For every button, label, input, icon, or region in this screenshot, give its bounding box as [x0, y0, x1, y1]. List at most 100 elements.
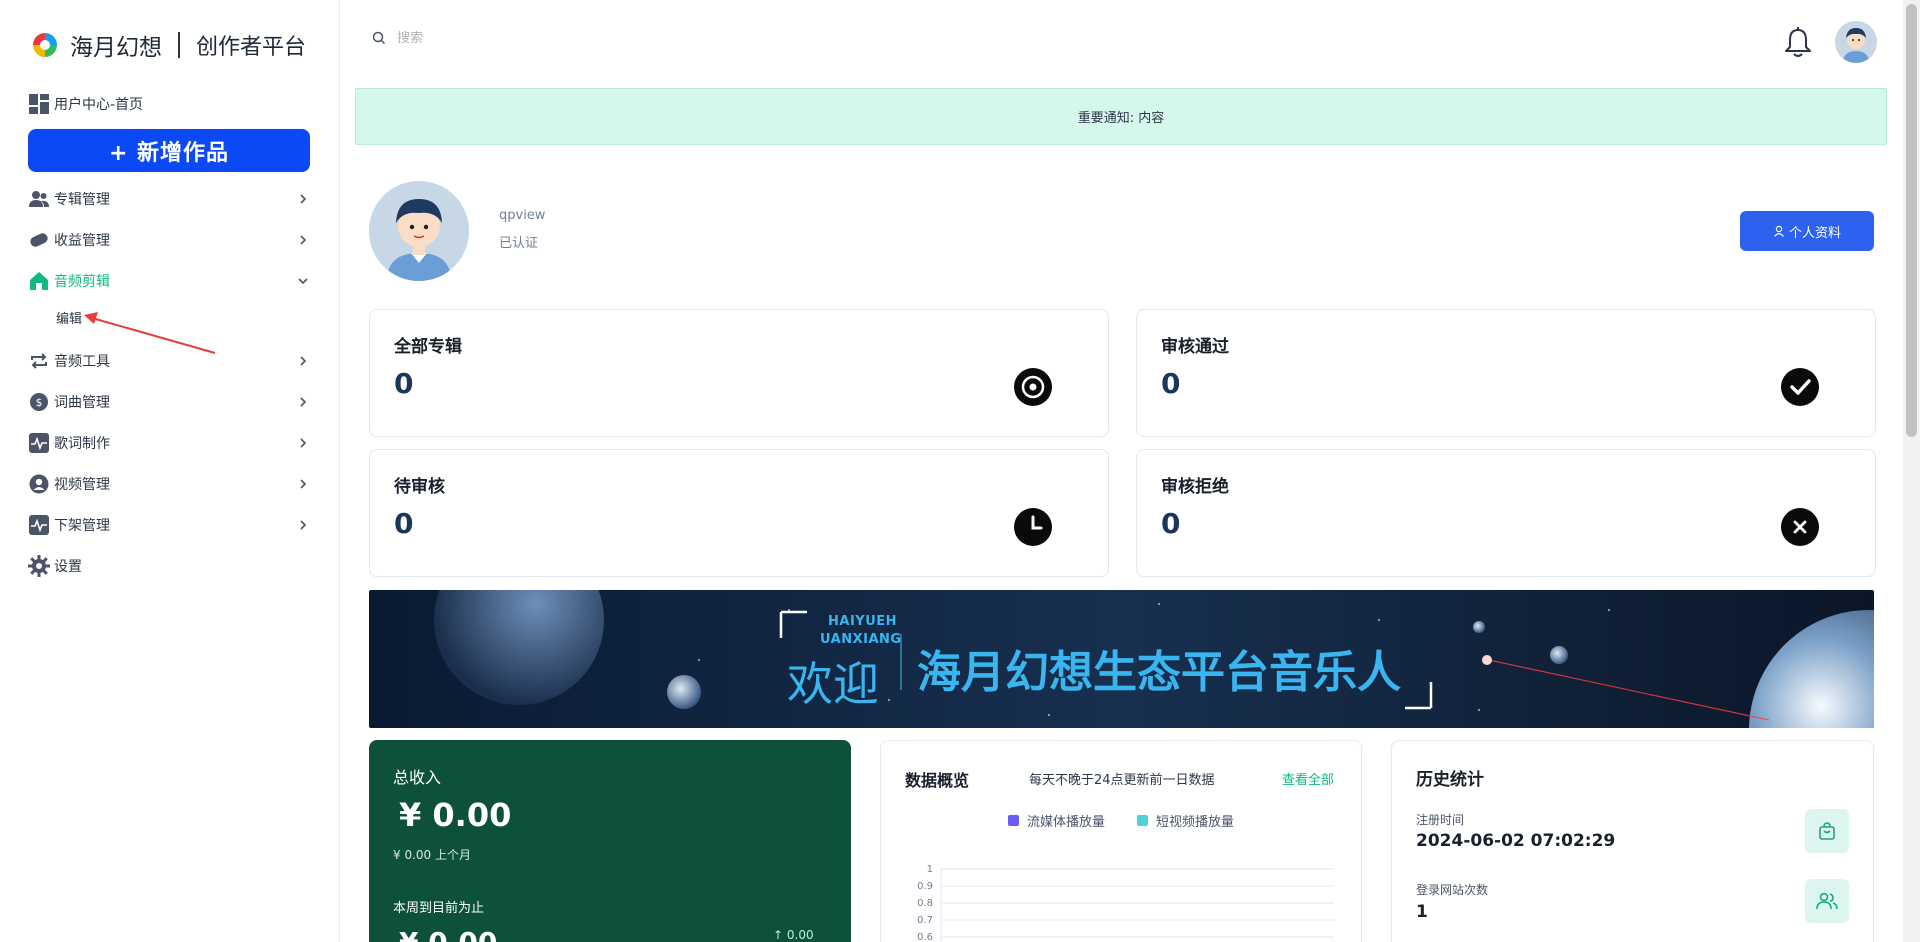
banner-slogan: 海月幻想生态平台音乐人 — [917, 647, 1401, 698]
sidebar-item-label: 词曲管理 — [54, 395, 110, 411]
profile-button-label: 个人资料 — [1788, 225, 1841, 241]
chevron-right-icon — [296, 395, 310, 409]
history-card: 历史统计 注册时间 2024-06-02 07:02:29 登录网站次数 1 — [1391, 740, 1874, 942]
dashboard-icon — [28, 93, 50, 115]
shopping-bag-icon — [1805, 809, 1849, 853]
stat-title: 审核拒绝 — [1161, 477, 1229, 497]
bell-icon[interactable] — [1781, 26, 1815, 60]
brand-separator — [178, 32, 180, 58]
sidebar-item-audio-tools[interactable]: 音频工具 — [28, 347, 310, 375]
history-title: 历史统计 — [1416, 770, 1484, 790]
sidebar-subitem-edit[interactable]: 编辑 — [56, 308, 82, 327]
sidebar-item-label: 设置 — [54, 559, 82, 575]
sidebar-item-albums[interactable]: 专辑管理 — [28, 185, 310, 213]
profile-button[interactable]: 个人资料 — [1740, 211, 1874, 251]
legend-item-streaming[interactable]: 流媒体播放量 — [1007, 811, 1105, 830]
stat-title: 全部专辑 — [394, 337, 462, 357]
chart-legend: 流媒体播放量 短视频播放量 — [881, 811, 1361, 830]
view-all-link[interactable]: 查看全部 — [1282, 769, 1334, 788]
avatar-illustration-icon — [1835, 21, 1877, 63]
stat-value: 0 — [394, 507, 414, 540]
profile-avatar — [369, 181, 469, 281]
page-scrollbar[interactable] — [1903, 0, 1920, 942]
profile-name: qpview — [499, 208, 546, 223]
sidebar-item-label: 视频管理 — [54, 477, 110, 493]
notice-banner: 重要通知: 内容 — [355, 88, 1887, 145]
stat-value: 0 — [394, 367, 414, 400]
coin-icon: $ — [28, 391, 50, 413]
legend-label: 流媒体播放量 — [1026, 815, 1105, 830]
banner-welcome: 欢迎 — [787, 657, 879, 711]
close-icon — [1781, 508, 1819, 546]
new-work-button[interactable]: + 新增作品 — [28, 129, 310, 172]
profile-avatar-illustration-icon — [369, 181, 469, 281]
chevron-down-icon — [296, 274, 310, 288]
pulse-icon — [28, 514, 50, 536]
stat-title: 审核通过 — [1161, 337, 1229, 357]
user-circle-icon — [28, 473, 50, 495]
overview-chart: 1 0.9 0.8 0.7 0.6 — [917, 864, 1334, 942]
legend-label: 短视频播放量 — [1156, 815, 1235, 830]
chevron-right-icon — [296, 518, 310, 532]
stat-card-all-albums[interactable]: 全部专辑 0 — [369, 309, 1109, 437]
banner-logo-line2: UANXIANG — [820, 632, 902, 647]
sidebar-item-settings[interactable]: 设置 — [28, 552, 310, 580]
sidebar-item-label: 歌词制作 — [54, 436, 110, 452]
avatar[interactable] — [1835, 21, 1877, 63]
banner-logo-line1: HAIYUEH — [828, 614, 898, 629]
users-icon — [28, 188, 50, 210]
income-week-value: ¥ 0.00 — [399, 926, 497, 942]
sidebar-item-label: 用户中心-首页 — [54, 97, 144, 113]
sidebar-item-lyrics-make[interactable]: 歌词制作 — [28, 429, 310, 457]
scrollbar-thumb[interactable] — [1906, 4, 1917, 437]
overview-desc: 每天不晚于24点更新前一日数据 — [1029, 773, 1215, 788]
gear-icon — [28, 555, 50, 577]
register-time-label: 注册时间 — [1416, 813, 1465, 827]
login-count-value: 1 — [1416, 902, 1428, 922]
stat-card-rejected[interactable]: 审核拒绝 0 — [1136, 449, 1876, 577]
sidebar-item-revenue[interactable]: 收益管理 — [28, 226, 310, 254]
legend-swatch — [1007, 815, 1019, 826]
check-icon — [1781, 368, 1819, 406]
sidebar-item-video[interactable]: 视频管理 — [28, 470, 310, 498]
sidebar-item-audio-edit[interactable]: 音频剪辑 — [28, 267, 310, 295]
login-count-label: 登录网站次数 — [1416, 883, 1489, 897]
chevron-right-icon — [296, 477, 310, 491]
stat-value: 0 — [1161, 367, 1181, 400]
pill-icon — [28, 229, 50, 251]
sidebar-item-label: 音频剪辑 — [54, 274, 110, 290]
profile-status: 已认证 — [499, 236, 539, 251]
brand[interactable]: 海月幻想 创作者平台 — [30, 28, 306, 62]
clock-icon — [1014, 508, 1052, 546]
overview-title: 数据概览 — [905, 771, 970, 790]
stat-card-pending[interactable]: 待审核 0 — [369, 449, 1109, 577]
sidebar-item-label: 收益管理 — [54, 233, 110, 249]
search-box — [371, 30, 697, 46]
chart-y-tick-label: 0.8 — [917, 898, 933, 909]
brand-logo-icon — [33, 33, 57, 57]
brand-subtitle: 创作者平台 — [196, 35, 307, 60]
chevron-right-icon — [296, 354, 310, 368]
income-week-label: 本周到目前为止 — [393, 901, 485, 916]
sidebar-item-label: 音频工具 — [54, 354, 110, 370]
home-icon — [28, 270, 50, 292]
legend-swatch — [1137, 815, 1148, 826]
sidebar-item-home[interactable]: 用户中心-首页 — [28, 90, 310, 118]
income-title: 总收入 — [393, 768, 442, 787]
welcome-banner: HAIYUEH UANXIANG 欢迎 海月幻想生态平台音乐人 — [369, 590, 1874, 728]
income-card: 总收入 ¥ 0.00 ¥ 0.00 上个月 本周到目前为止 ¥ 0.00 ↑ 0… — [369, 740, 851, 942]
income-week-delta: ↑ 0.00 — [773, 928, 814, 942]
brand-name: 海月幻想 — [70, 35, 162, 61]
user-icon — [1774, 225, 1784, 237]
pulse-icon — [28, 432, 50, 454]
search-icon — [372, 31, 386, 45]
legend-item-short-video[interactable]: 短视频播放量 — [1137, 811, 1234, 830]
sidebar-item-lyrics-music[interactable]: $ 词曲管理 — [28, 388, 310, 416]
stat-value: 0 — [1161, 507, 1181, 540]
svg-text:$: $ — [36, 396, 43, 409]
stat-card-approved[interactable]: 审核通过 0 — [1136, 309, 1876, 437]
search-input[interactable] — [397, 30, 697, 46]
data-overview-card: 数据概览 每天不晚于24点更新前一日数据 查看全部 流媒体播放量 短视频播放量 … — [880, 740, 1362, 942]
sidebar-item-takedown[interactable]: 下架管理 — [28, 511, 310, 539]
chevron-right-icon — [296, 192, 310, 206]
